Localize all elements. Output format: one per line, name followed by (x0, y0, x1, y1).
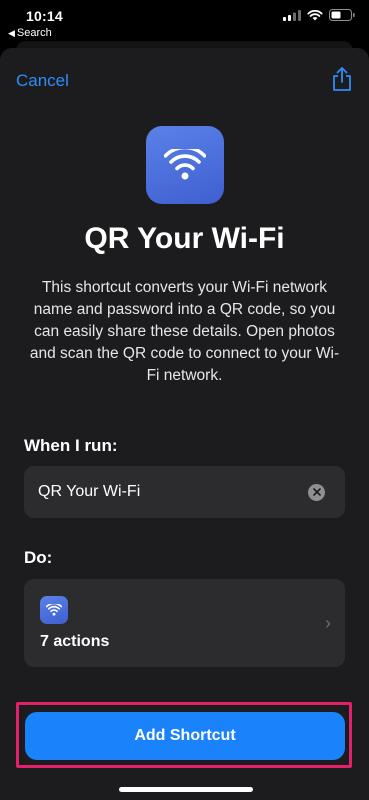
wifi-icon (307, 9, 323, 21)
shortcut-app-icon (146, 126, 224, 204)
chevron-right-icon: › (325, 613, 331, 633)
shortcut-sheet: Cancel QR Your Wi-Fi This shortcut conve… (0, 48, 369, 800)
actions-card[interactable]: 7 actions › (24, 579, 345, 667)
home-indicator[interactable] (119, 787, 253, 792)
actions-count: 7 actions (40, 633, 110, 650)
add-shortcut-button[interactable]: Add Shortcut (25, 712, 345, 760)
back-search-label: Search (16, 27, 52, 39)
shortcut-description: This shortcut converts your Wi-Fi networ… (29, 279, 340, 384)
wifi-icon (46, 604, 62, 616)
back-caret-icon: ◀ (8, 27, 15, 38)
share-icon (333, 67, 351, 91)
status-time: 10:14 (26, 8, 63, 24)
status-icons (283, 9, 355, 21)
close-icon (312, 488, 321, 496)
clear-button[interactable] (308, 483, 325, 501)
wifi-icon (164, 149, 206, 180)
status-bar: 10:14 ◀ Search (0, 0, 369, 44)
actions-wifi-icon-tile (40, 596, 68, 624)
shortcut-title: QR Your Wi-Fi (84, 222, 285, 255)
signal-icon (283, 9, 301, 21)
cancel-button[interactable]: Cancel (16, 71, 69, 91)
run-phrase-field[interactable]: QR Your Wi-Fi (24, 466, 345, 518)
do-label: Do: (24, 548, 53, 567)
share-button[interactable] (330, 66, 354, 94)
when-i-run-label: When I run: (24, 436, 118, 455)
battery-icon (329, 9, 355, 21)
run-phrase-value[interactable]: QR Your Wi-Fi (38, 483, 308, 501)
back-to-search-link[interactable]: ◀ Search (8, 27, 52, 39)
